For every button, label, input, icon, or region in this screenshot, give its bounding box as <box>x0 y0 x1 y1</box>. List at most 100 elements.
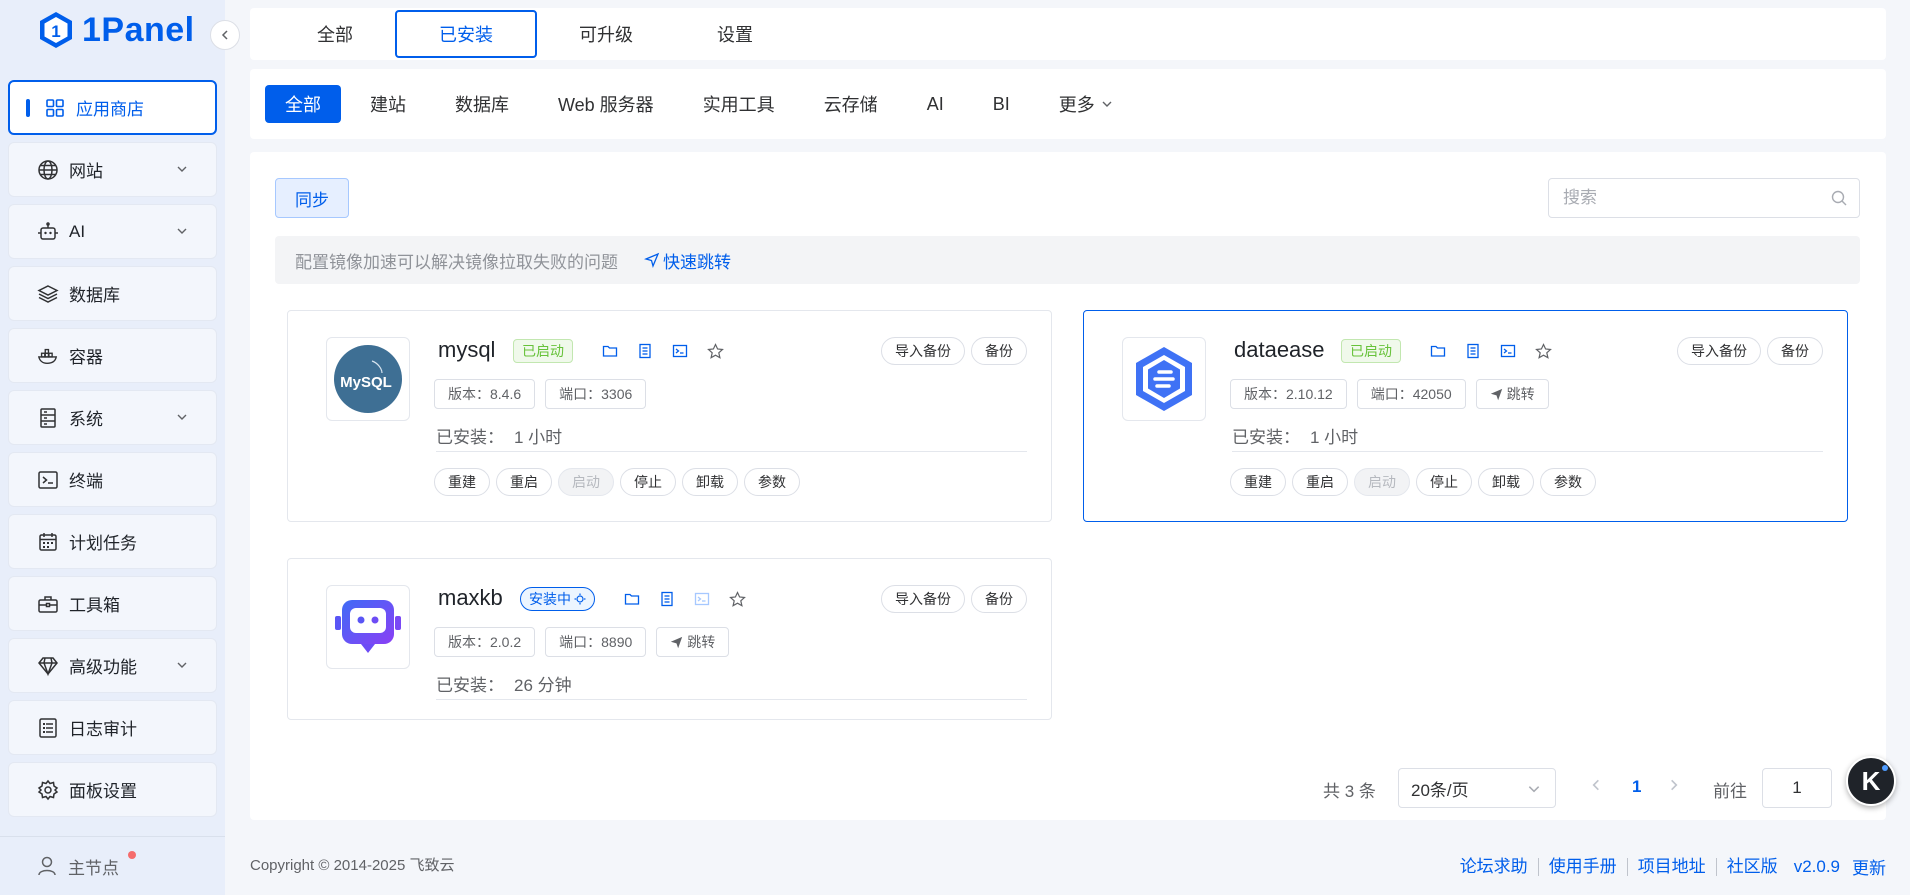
loading-icon <box>574 593 586 605</box>
sidebar-item-toolbox[interactable]: 工具箱 <box>8 576 217 631</box>
star-icon[interactable] <box>727 589 747 609</box>
backup-actions: 导入备份 备份 <box>881 585 1027 613</box>
sidebar-item-app-store[interactable]: 应用商店 <box>8 80 217 135</box>
page-number-current[interactable]: 1 <box>1632 777 1641 797</box>
category-all[interactable]: 全部 <box>265 85 341 123</box>
goto-page-input[interactable] <box>1762 768 1832 808</box>
status-badge: 已启动 <box>513 339 573 363</box>
edition-link[interactable]: 社区版 <box>1717 857 1788 876</box>
brand-logo[interactable]: 1 1Panel <box>36 8 195 52</box>
log-file-icon[interactable] <box>657 589 677 609</box>
category-website[interactable]: 建站 <box>350 85 426 123</box>
jump-button[interactable]: 跳转 <box>656 627 730 657</box>
manual-link[interactable]: 使用手册 <box>1539 857 1628 876</box>
tab-upgradable[interactable]: 可升级 <box>537 10 675 58</box>
update-link[interactable]: 更新 <box>1846 854 1886 879</box>
import-backup-button[interactable]: 导入备份 <box>881 585 965 613</box>
backup-button[interactable]: 备份 <box>1767 337 1823 365</box>
brand-name: 1Panel <box>82 10 195 49</box>
tab-settings[interactable]: 设置 <box>675 10 795 58</box>
collapse-sidebar-button[interactable] <box>210 20 240 50</box>
star-icon[interactable] <box>1533 341 1553 361</box>
tab-installed[interactable]: 已安装 <box>395 10 537 58</box>
quick-jump-label: 快速跳转 <box>663 252 731 272</box>
category-bi[interactable]: BI <box>973 85 1030 123</box>
sidebar-item-database[interactable]: 数据库 <box>8 266 217 321</box>
floating-button-label: K <box>1861 765 1881 796</box>
folder-icon[interactable] <box>622 589 642 609</box>
terminal-icon[interactable] <box>1498 341 1518 361</box>
sidebar-item-container[interactable]: 容器 <box>8 328 217 383</box>
backup-actions: 导入备份 备份 <box>1677 337 1823 365</box>
next-page-icon[interactable] <box>1668 778 1680 792</box>
search-icon[interactable] <box>1831 190 1847 206</box>
project-link[interactable]: 项目地址 <box>1628 857 1717 876</box>
sidebar-item-ai[interactable]: AI <box>8 204 217 259</box>
backup-button[interactable]: 备份 <box>971 585 1027 613</box>
category-web-server[interactable]: Web 服务器 <box>538 85 674 123</box>
category-database[interactable]: 数据库 <box>435 85 529 123</box>
mirror-notice: 配置镜像加速可以解决镜像拉取失败的问题 快速跳转 <box>275 236 1860 284</box>
terminal-icon[interactable] <box>670 341 690 361</box>
terminal-icon <box>692 589 712 609</box>
params-button[interactable]: 参数 <box>744 468 800 496</box>
uninstall-button[interactable]: 卸载 <box>682 468 738 496</box>
goto-label: 前往 <box>1713 782 1747 801</box>
sidebar-item-terminal[interactable]: 终端 <box>8 452 217 507</box>
card-divider <box>1232 451 1823 452</box>
category-ai[interactable]: AI <box>907 85 964 123</box>
stop-button[interactable]: 停止 <box>1416 468 1472 496</box>
star-icon[interactable] <box>705 341 725 361</box>
backup-button[interactable]: 备份 <box>971 337 1027 365</box>
sidebar-item-panel-settings[interactable]: 面板设置 <box>8 762 217 817</box>
app-actions: 重建 重启 启动 停止 卸载 参数 <box>434 468 800 496</box>
category-more[interactable]: 更多 <box>1039 85 1133 123</box>
notice-text: 配置镜像加速可以解决镜像拉取失败的问题 <box>295 252 618 272</box>
jump-button[interactable]: 跳转 <box>1475 379 1549 409</box>
start-button[interactable]: 启动 <box>558 468 614 496</box>
installed-label: 已安装： <box>436 428 504 447</box>
sidebar-item-cron[interactable]: 计划任务 <box>8 514 217 569</box>
log-icon <box>37 717 59 739</box>
notification-dot <box>1882 765 1888 771</box>
search-box <box>1548 178 1860 218</box>
prev-page-icon[interactable] <box>1590 778 1602 792</box>
sidebar-item-website[interactable]: 网站 <box>8 142 217 197</box>
version-tag: 版本：8.4.6 <box>434 379 536 409</box>
app-card-mysql: MySQL mysql 已启动 导入备份 备份 版本：8.4.6 端口：3306… <box>287 310 1052 522</box>
search-input[interactable] <box>1561 187 1825 209</box>
folder-icon[interactable] <box>600 341 620 361</box>
send-icon <box>644 252 660 268</box>
uninstall-button[interactable]: 卸载 <box>1478 468 1534 496</box>
tab-all[interactable]: 全部 <box>275 10 395 58</box>
sidebar-item-advanced[interactable]: 高级功能 <box>8 638 217 693</box>
import-backup-button[interactable]: 导入备份 <box>1677 337 1761 365</box>
sidebar-item-label: 日志审计 <box>69 720 137 739</box>
log-file-icon[interactable] <box>1463 341 1483 361</box>
rebuild-button[interactable]: 重建 <box>434 468 490 496</box>
diamond-icon <box>37 655 59 677</box>
folder-icon[interactable] <box>1428 341 1448 361</box>
rebuild-button[interactable]: 重建 <box>1230 468 1286 496</box>
category-storage[interactable]: 云存储 <box>804 85 898 123</box>
gear-icon <box>37 779 59 801</box>
import-backup-button[interactable]: 导入备份 <box>881 337 965 365</box>
sync-button[interactable]: 同步 <box>275 178 349 218</box>
restart-button[interactable]: 重启 <box>496 468 552 496</box>
log-file-icon[interactable] <box>635 341 655 361</box>
floating-assistant-button[interactable]: K <box>1846 756 1896 806</box>
restart-button[interactable]: 重启 <box>1292 468 1348 496</box>
start-button[interactable]: 启动 <box>1354 468 1410 496</box>
sidebar-item-log-audit[interactable]: 日志审计 <box>8 700 217 755</box>
node-selector[interactable]: 主节点 <box>0 836 225 895</box>
quick-jump-link[interactable]: 快速跳转 <box>644 248 731 273</box>
page-size-select[interactable]: 20条/页 <box>1398 768 1556 808</box>
forum-link[interactable]: 论坛求助 <box>1450 857 1539 876</box>
sidebar-item-label: 应用商店 <box>76 100 144 119</box>
params-button[interactable]: 参数 <box>1540 468 1596 496</box>
app-logo-mysql: MySQL <box>326 337 410 421</box>
stop-button[interactable]: 停止 <box>620 468 676 496</box>
category-tools[interactable]: 实用工具 <box>683 85 795 123</box>
sidebar-item-system[interactable]: 系统 <box>8 390 217 445</box>
app-tags: 版本：2.0.2 端口：8890 跳转 <box>434 627 730 657</box>
